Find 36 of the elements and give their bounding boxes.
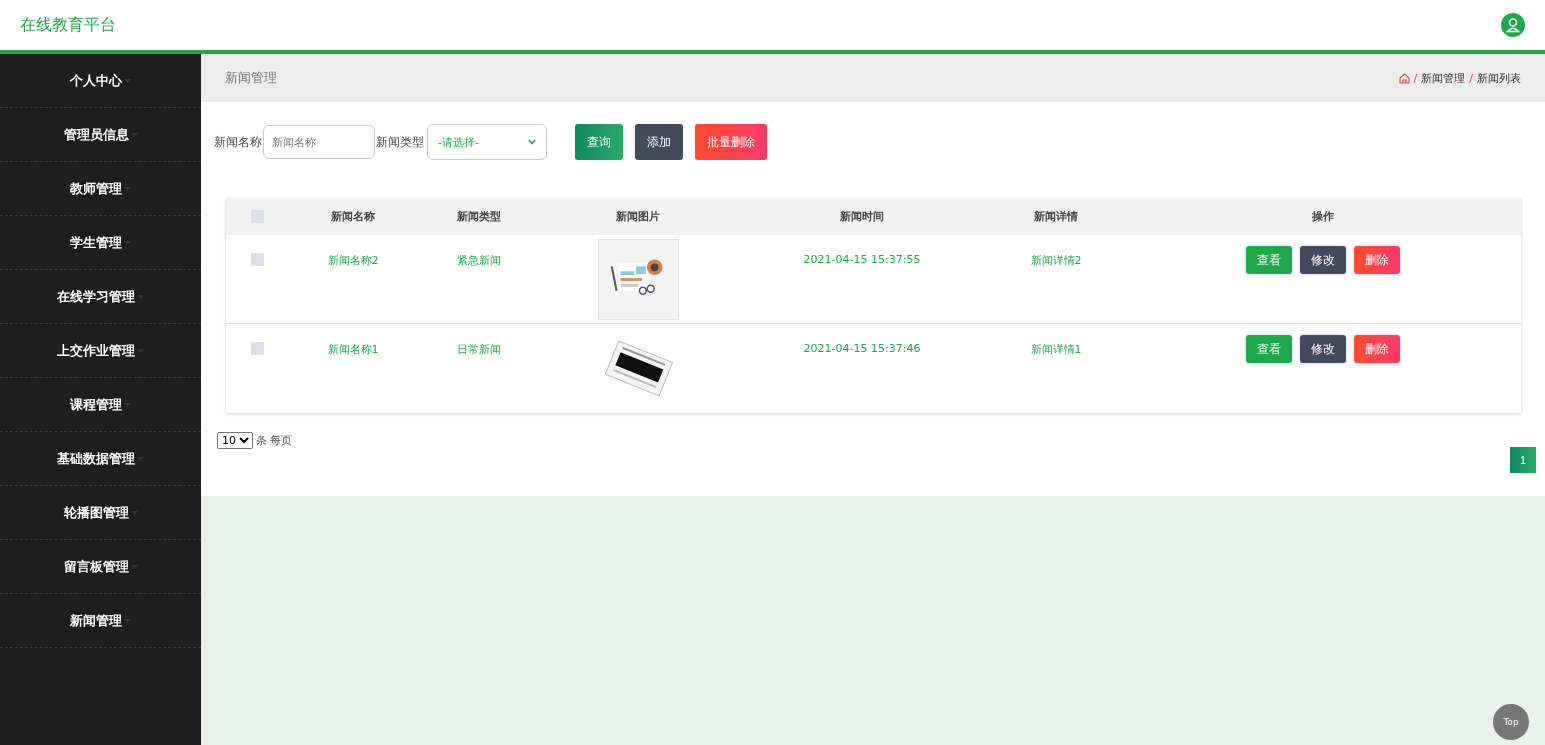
table-cell: 紧急新闻 <box>457 253 501 268</box>
table-cell: 新闻名称1 <box>327 342 379 357</box>
add-button[interactable]: 添加 <box>635 124 683 160</box>
table-cell: 2021-04-15 15:37:46 <box>803 342 921 355</box>
column-header: 操作 <box>1311 209 1334 224</box>
field-label: 新闻类型 <box>376 133 424 151</box>
breadcrumb-item[interactable]: 新闻列表 <box>1477 70 1521 86</box>
query-button[interactable]: 查询 <box>575 124 623 160</box>
app-title: 在线教育平台 <box>20 14 116 36</box>
table-cell: 新闻详情1 <box>1030 342 1082 357</box>
row-checkbox[interactable] <box>250 253 264 266</box>
back-to-top-button[interactable]: Top <box>1493 704 1529 740</box>
breadcrumb-item[interactable]: 新闻管理 <box>1421 70 1466 86</box>
column-header: 新闻时间 <box>840 209 884 224</box>
table-cell: 2021-04-15 15:37:55 <box>803 253 921 266</box>
table-cell: 新闻名称2 <box>327 253 379 268</box>
news-name-field[interactable]: 新闻名称 <box>263 125 375 159</box>
column-header: 新闻图片 <box>616 209 660 224</box>
field-label: 新闻名称 <box>214 133 262 151</box>
column-header: 新闻详情 <box>1034 209 1078 224</box>
chevron-down-icon <box>528 139 536 145</box>
table-cell: 新闻详情2 <box>1030 253 1082 268</box>
page-title: 新闻管理 <box>225 69 277 87</box>
row-checkbox[interactable] <box>250 342 264 355</box>
column-header: 新闻名称 <box>331 209 375 224</box>
column-header: 新闻类型 <box>457 209 501 224</box>
user-avatar-icon[interactable] <box>1501 13 1525 37</box>
edit-button[interactable]: 修改 <box>1299 246 1346 274</box>
breadcrumb-separator: / <box>1469 71 1473 85</box>
page-button[interactable]: 1 <box>1510 447 1536 473</box>
breadcrumb-separator: / <box>1413 71 1418 85</box>
page-size-select[interactable]: 10 <box>217 431 253 449</box>
table-cell: 日常新闻 <box>457 342 501 357</box>
per-page-label: 条 每页 <box>256 432 293 448</box>
home-icon[interactable] <box>1398 72 1410 84</box>
edit-button[interactable]: 修改 <box>1299 335 1346 363</box>
